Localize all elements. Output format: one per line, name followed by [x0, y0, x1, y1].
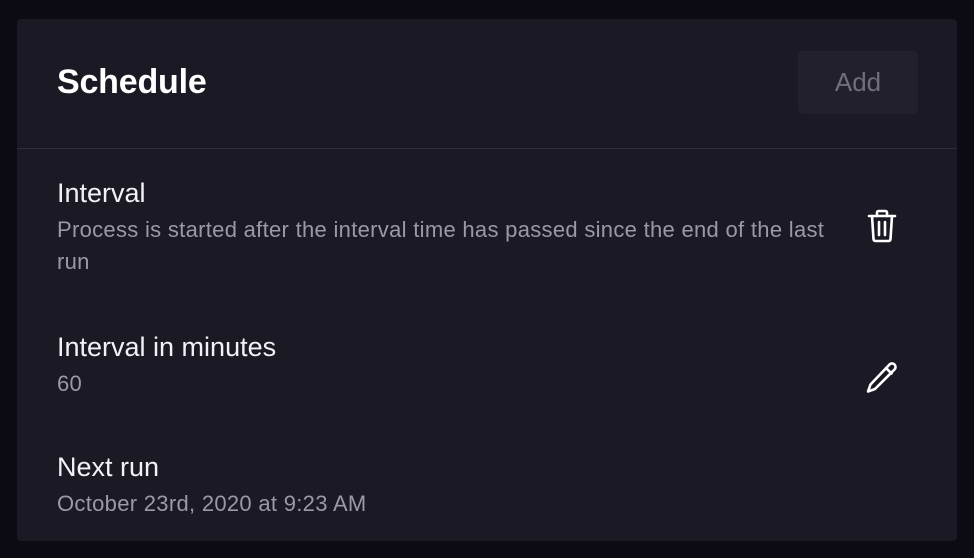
schedule-card: Schedule Add Interval Process is started… [17, 19, 957, 541]
delete-interval-button[interactable] [860, 204, 904, 248]
next-run-row: Next run October 23rd, 2020 at 9:23 AM [17, 448, 957, 528]
interval-row: Interval Process is started after the in… [17, 174, 957, 304]
interval-title: Interval [57, 178, 146, 208]
card-header: Schedule Add [17, 19, 957, 149]
add-button[interactable]: Add [798, 51, 918, 114]
interval-description: Process is started after the interval ti… [57, 217, 825, 274]
interval-minutes-title: Interval in minutes [57, 332, 277, 362]
interval-minutes-value: 60 [57, 371, 83, 396]
edit-interval-minutes-button[interactable] [860, 356, 904, 400]
next-run-value: October 23rd, 2020 at 9:23 AM [57, 491, 367, 516]
interval-minutes-row: Interval in minutes 60 [17, 328, 957, 428]
next-run-title: Next run [57, 452, 160, 482]
trash-icon [867, 209, 897, 243]
pencil-icon [866, 362, 897, 393]
card-title: Schedule [57, 63, 207, 101]
